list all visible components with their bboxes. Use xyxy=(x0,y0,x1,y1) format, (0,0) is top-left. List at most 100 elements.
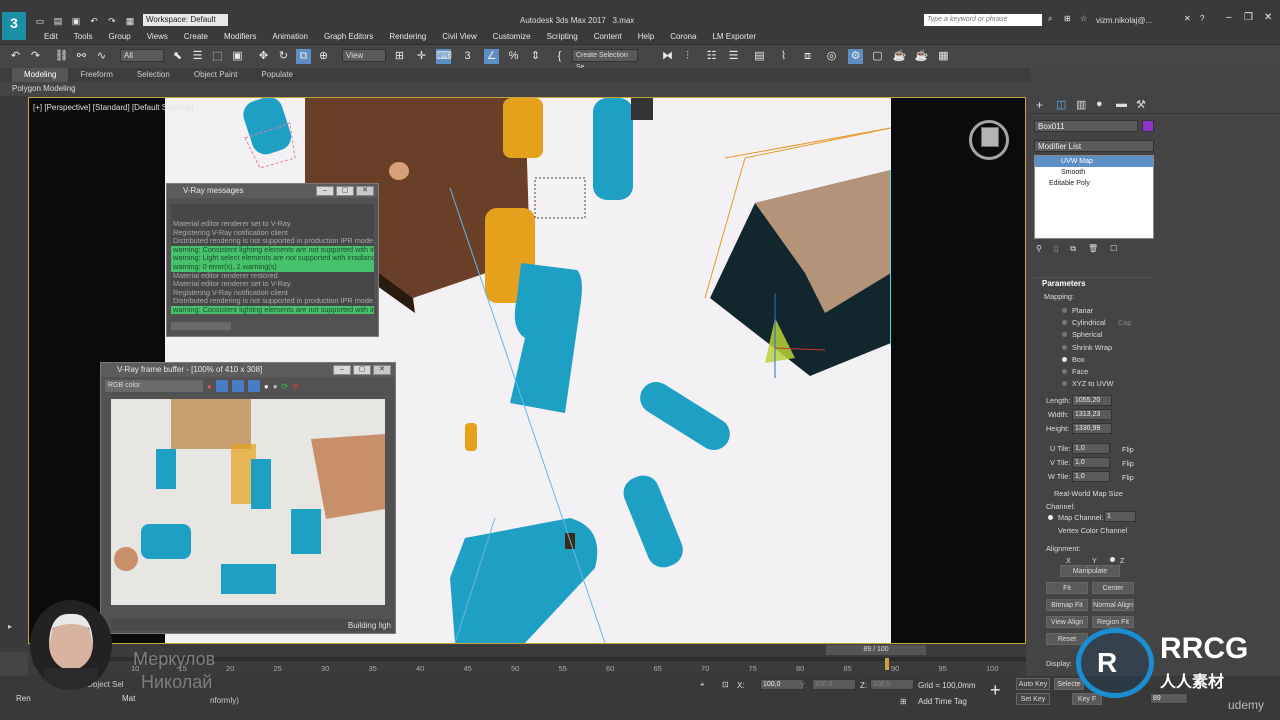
vertex-color-channel-radio[interactable]: Vertex Color Channel xyxy=(1058,526,1127,535)
selection-filter[interactable]: All xyxy=(120,49,164,62)
menu-item[interactable]: Civil View xyxy=(434,30,485,44)
menu-item[interactable]: Edit xyxy=(36,30,66,44)
modifier-stack-item[interactable]: UVW Map xyxy=(1035,156,1153,167)
x-coordinate[interactable]: 100,0 xyxy=(760,679,804,690)
select-object-icon[interactable]: ⬉ xyxy=(170,49,185,64)
message-log[interactable]: Material editor renderer set to V-Ray. Re… xyxy=(171,204,374,314)
map-channel-spinner[interactable]: 1 xyxy=(1104,511,1136,522)
manipulate-button[interactable]: Manipulate xyxy=(1060,565,1120,577)
green-channel-icon[interactable] xyxy=(231,380,244,392)
motion-tab-icon[interactable]: ● xyxy=(1096,98,1103,110)
select-manipulate-icon[interactable]: ✛ xyxy=(414,49,429,64)
viewport-label[interactable]: [+] [Perspective] [Standard] [Default Sh… xyxy=(33,103,193,112)
set-key-plus-icon[interactable]: + xyxy=(990,680,1001,701)
align-icon[interactable]: ⫶ xyxy=(680,49,695,64)
make-unique-icon[interactable]: ⧉ xyxy=(1070,244,1076,260)
alignment-button[interactable]: Center xyxy=(1092,582,1134,594)
workspace-selector[interactable]: Workspace: Default xyxy=(143,14,228,26)
stop-render-icon[interactable]: ⊘ xyxy=(292,382,299,391)
mapping-option-label[interactable]: Cylindrical xyxy=(1072,318,1106,327)
ribbon-tab[interactable]: Selection xyxy=(125,68,182,82)
render-production-icon[interactable]: ☕ xyxy=(892,49,907,64)
u-tile-spinner[interactable]: 1,0 xyxy=(1072,443,1110,454)
curve-editor-icon[interactable]: ⌇ xyxy=(776,49,791,64)
blue-channel-icon[interactable] xyxy=(247,380,260,392)
rotate-icon[interactable]: ↻ xyxy=(276,49,291,64)
menu-item[interactable]: Help xyxy=(630,30,662,44)
alignment-button[interactable]: Fit xyxy=(1046,582,1088,594)
help-icon[interactable]: ? xyxy=(1200,14,1204,23)
polygon-modeling-label[interactable]: Polygon Modeling xyxy=(12,84,76,93)
mapping-radio[interactable] xyxy=(1062,308,1067,313)
configure-modifier-sets-icon[interactable]: ☐ xyxy=(1110,244,1117,260)
alpha-icon[interactable]: ● xyxy=(264,382,269,391)
undo-icon[interactable]: ↶ xyxy=(8,49,23,64)
material-editor-icon[interactable]: ◎ xyxy=(824,49,839,64)
v-flip-checkbox[interactable]: Flip xyxy=(1122,459,1134,468)
snaps-toggle-icon[interactable]: 3 xyxy=(460,49,475,64)
edit-named-selections-icon[interactable]: { xyxy=(552,49,567,64)
mapping-radio[interactable] xyxy=(1062,381,1067,387)
mapping-option-label[interactable]: Shrink Wrap xyxy=(1072,343,1112,352)
channel-select[interactable]: RGB color xyxy=(105,380,203,392)
render-setup-icon[interactable]: ⚙ xyxy=(848,49,863,64)
menu-item[interactable]: Modifiers xyxy=(216,30,264,44)
render-taskbar-item[interactable]: Ren xyxy=(16,694,31,703)
scale-icon[interactable]: ⧉ xyxy=(296,49,311,64)
open-file-icon[interactable]: ▤ xyxy=(52,14,64,29)
viewcube-box[interactable] xyxy=(981,127,999,147)
rendered-frame-window-icon[interactable]: ▢ xyxy=(870,49,885,64)
modifier-stack-item[interactable]: Editable Poly xyxy=(1035,178,1153,189)
utilities-tab-icon[interactable]: ⚒ xyxy=(1136,98,1146,111)
close-small-icon[interactable]: ✕ xyxy=(1184,14,1191,23)
cap-checkbox[interactable]: Cap xyxy=(1118,318,1131,327)
menu-item[interactable]: LM Exporter xyxy=(704,30,764,44)
w-tile-spinner[interactable]: 1,0 xyxy=(1072,471,1110,482)
render-iterative-icon[interactable]: ☕ xyxy=(914,49,929,64)
window-crossing-icon[interactable]: ▣ xyxy=(230,49,245,64)
map-channel-radio[interactable] xyxy=(1048,515,1053,520)
modify-tab-icon[interactable]: ◫ xyxy=(1056,98,1066,111)
pin-stack-icon[interactable]: ⚲ xyxy=(1036,244,1042,260)
isolate-icon[interactable]: ⌖ xyxy=(700,680,705,690)
menu-item[interactable]: Rendering xyxy=(381,30,434,44)
key-filters-button[interactable]: Key F xyxy=(1072,693,1102,705)
expand-layout-icon[interactable]: ▸ xyxy=(8,622,12,631)
hierarchy-tab-icon[interactable]: ▥ xyxy=(1076,98,1086,111)
remove-modifier-icon[interactable]: 🗑 xyxy=(1088,244,1098,260)
ribbon-tab[interactable]: Freeform xyxy=(68,68,124,82)
ribbon-tab[interactable]: Populate xyxy=(249,68,305,82)
alignment-button[interactable]: Bitmap Fit xyxy=(1046,599,1088,611)
mapping-radio[interactable] xyxy=(1062,356,1067,362)
menu-item[interactable]: Corona xyxy=(662,30,704,44)
menu-item[interactable]: Views xyxy=(139,30,176,44)
horizontal-scrollbar[interactable] xyxy=(171,322,231,330)
save-icon[interactable]: ▣ xyxy=(70,14,82,29)
minimize-icon[interactable]: – xyxy=(1226,12,1232,23)
color-corrections-icon[interactable]: ● xyxy=(207,382,212,391)
toggle-ribbon-icon[interactable]: ▤ xyxy=(752,49,767,64)
mapping-radio[interactable] xyxy=(1062,344,1067,350)
add-time-tag-icon[interactable]: ⊞ xyxy=(900,697,907,706)
y-coordinate[interactable]: 100,0 xyxy=(812,679,856,690)
keyboard-shortcut-override-icon[interactable]: ⌨ xyxy=(436,49,452,64)
user-account[interactable]: vizm.nikolaj@... xyxy=(1096,16,1152,25)
mapping-option-label[interactable]: Spherical xyxy=(1072,330,1102,339)
binoculars-icon[interactable]: ⌕ xyxy=(1048,14,1052,24)
angle-snap-icon[interactable]: ∠ xyxy=(484,49,499,64)
render-preview[interactable] xyxy=(111,399,385,605)
modifier-stack-item[interactable]: Smooth xyxy=(1035,167,1153,178)
mirror-icon[interactable]: ⧓ xyxy=(660,49,675,64)
render-activeshade-icon[interactable]: ▦ xyxy=(936,49,951,64)
restore-icon[interactable]: ❐ xyxy=(1244,12,1253,23)
mapping-option-label[interactable]: Face xyxy=(1072,367,1088,376)
menu-item[interactable]: Animation xyxy=(264,30,316,44)
scene-explorer-icon[interactable]: ☷ xyxy=(704,49,719,64)
percent-snap-icon[interactable]: % xyxy=(506,49,521,64)
object-name-field[interactable]: Box011 xyxy=(1034,120,1138,132)
material-taskbar-item[interactable]: Mat xyxy=(122,694,135,703)
mapping-option-label[interactable]: Planar xyxy=(1072,306,1093,315)
rectangular-selection-icon[interactable]: ⬚ xyxy=(210,49,225,64)
refresh-icon[interactable]: ⟳ xyxy=(282,382,289,391)
spinner-snap-icon[interactable]: ⇕ xyxy=(528,49,543,64)
